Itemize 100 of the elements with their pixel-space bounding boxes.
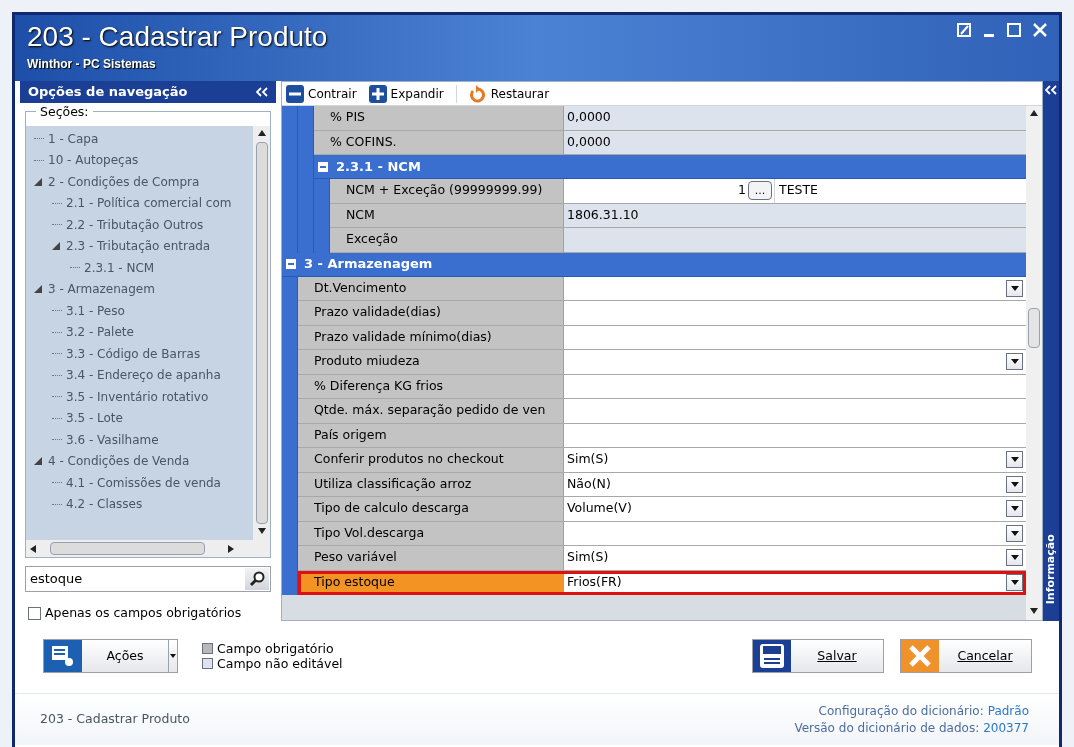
edit-icon[interactable] <box>957 23 971 37</box>
triangle-icon[interactable] <box>52 242 60 251</box>
property-value-field[interactable]: Sim(S) <box>564 448 1026 472</box>
tree-item[interactable]: 4 - Condições de Venda <box>48 452 190 471</box>
minus-icon[interactable] <box>286 259 296 269</box>
property-value-field[interactable]: 1 ... TESTE <box>564 179 1026 203</box>
group-header[interactable]: 2.3.1 - NCM <box>314 155 1026 179</box>
property-row[interactable]: Qtde. máx. separação pedido de ven <box>298 399 1026 424</box>
tree-item[interactable]: 3.2 - Palete <box>66 323 134 342</box>
vertical-scrollbar[interactable] <box>253 126 270 540</box>
property-value-field[interactable] <box>564 276 1026 300</box>
collapse-chevron-icon[interactable] <box>256 87 268 97</box>
minus-icon[interactable] <box>318 161 328 172</box>
property-row[interactable]: Tipo estoque Frios(FR) <box>298 570 1026 595</box>
property-value-field[interactable]: Volume(V) <box>564 497 1026 521</box>
group-header[interactable]: 3 - Armazenagem <box>282 252 1026 277</box>
tree-item[interactable]: 2.1 - Política comercial com <box>66 194 232 213</box>
tree-item[interactable]: 3.6 - Vasilhame <box>66 430 159 449</box>
scroll-right-arrow-icon[interactable] <box>228 544 236 553</box>
tree-item[interactable]: 2.2 - Tributação Outros <box>66 215 204 234</box>
scroll-up-arrow-icon[interactable] <box>257 130 266 138</box>
property-value-field[interactable] <box>564 399 1026 423</box>
tree-item[interactable]: 2.3 - Tributação entrada <box>66 237 211 256</box>
scroll-thumb[interactable] <box>1028 308 1040 348</box>
scroll-thumb[interactable] <box>255 142 268 524</box>
dropdown-button[interactable] <box>1006 549 1023 567</box>
property-row[interactable]: % PIS 0,0000 <box>314 106 1026 131</box>
vertical-scrollbar[interactable] <box>1026 106 1042 620</box>
legend-label: Campo obrigatório <box>217 641 334 656</box>
maximize-icon[interactable] <box>1007 23 1021 37</box>
close-icon[interactable] <box>1033 23 1047 37</box>
info-value: Padrão <box>987 702 1029 720</box>
property-row[interactable]: Produto miudeza <box>298 350 1026 375</box>
scroll-down-arrow-icon[interactable] <box>257 528 266 536</box>
dropdown-button[interactable] <box>1006 500 1023 518</box>
dropdown-button[interactable] <box>1006 353 1023 371</box>
dropdown-button[interactable] <box>1006 451 1023 469</box>
property-row[interactable]: % COFINS. 0,0000 <box>314 130 1026 155</box>
nav-title: Opções de navegação <box>28 83 188 102</box>
toolbar-button[interactable]: Expandir <box>368 84 444 103</box>
info-label: Configuração do dicionário: <box>818 702 984 720</box>
property-value-field[interactable] <box>564 423 1026 447</box>
tree-item[interactable]: 3.5 - Lote <box>66 409 123 428</box>
property-label: Exceção <box>330 228 564 252</box>
tree-item[interactable]: 3.1 - Peso <box>66 301 125 320</box>
property-value-field[interactable]: Sim(S) <box>564 546 1026 570</box>
property-value-field[interactable] <box>564 325 1026 349</box>
triangle-icon[interactable] <box>34 457 42 466</box>
tree-item[interactable]: 2.3.1 - NCM <box>84 258 155 277</box>
property-row[interactable]: NCM 1806.31.10 <box>330 203 1026 228</box>
scroll-down-arrow-icon[interactable] <box>1030 608 1038 616</box>
caret-icon <box>1010 457 1019 463</box>
scroll-thumb[interactable] <box>50 542 205 555</box>
property-row[interactable]: % Diferença KG frios <box>298 374 1026 399</box>
checkbox[interactable] <box>28 606 41 620</box>
actions-button[interactable]: Ações <box>43 639 178 673</box>
property-row[interactable]: Conferir produtos no checkout Sim(S) <box>298 448 1026 473</box>
horizontal-scrollbar[interactable] <box>26 540 270 557</box>
tree-item[interactable]: 10 - Autopeças <box>48 151 139 170</box>
tree-item[interactable]: 1 - Capa <box>48 129 99 148</box>
property-row[interactable]: Utiliza classificação arroz Não(N) <box>298 472 1026 497</box>
dropdown-button[interactable] <box>1006 279 1023 297</box>
property-value-field[interactable] <box>564 350 1026 374</box>
caret-icon <box>1010 555 1019 561</box>
property-row[interactable]: Tipo Vol.descarga <box>298 521 1026 546</box>
property-value-field[interactable] <box>564 301 1026 325</box>
tree-item[interactable]: 4.2 - Classes <box>66 495 143 514</box>
tree-item[interactable]: 4.1 - Comissões de venda <box>66 473 221 492</box>
lookup-button[interactable]: ... <box>748 181 772 201</box>
triangle-icon[interactable] <box>34 285 42 294</box>
tree-item[interactable]: 3.5 - Inventário rotativo <box>66 387 209 406</box>
property-row[interactable]: Tipo de calculo descarga Volume(V) <box>298 497 1026 522</box>
info-side-tab[interactable]: Informação <box>1043 81 1059 621</box>
tree-item[interactable]: 3.4 - Endereço de apanha <box>66 366 221 385</box>
tree-item[interactable]: 2 - Condições de Compra <box>48 172 200 191</box>
collapse-chevron-icon[interactable] <box>1045 85 1057 95</box>
property-value-field[interactable] <box>564 521 1026 545</box>
property-row[interactable]: Prazo validade mínimo(dias) <box>298 325 1026 350</box>
property-value-field[interactable]: Não(N) <box>564 472 1026 496</box>
dropdown-button[interactable] <box>1006 475 1023 493</box>
property-row[interactable]: País origem <box>298 423 1026 448</box>
property-row[interactable]: NCM + Exceção (99999999.99) 1 ... TESTE <box>330 179 1026 204</box>
save-button[interactable]: Salvar <box>752 639 884 673</box>
property-value-field[interactable] <box>564 374 1026 398</box>
property-row[interactable]: Dt.Vencimento <box>298 276 1026 301</box>
tree-item[interactable]: 3 - Armazenagem <box>48 280 155 299</box>
triangle-icon[interactable] <box>34 177 42 186</box>
toolbar-button[interactable]: Restaurar <box>468 84 550 103</box>
search-field[interactable]: estoque <box>25 566 271 592</box>
search-button[interactable] <box>245 568 269 590</box>
dropdown-button[interactable] <box>1006 524 1023 542</box>
tree-item[interactable]: 3.3 - Código de Barras <box>66 344 201 363</box>
toolbar-button[interactable]: Contrair <box>286 84 357 103</box>
dropdown-button[interactable] <box>1006 573 1023 591</box>
cancel-button[interactable]: Cancelar <box>900 639 1032 673</box>
property-row[interactable]: Peso variável Sim(S) <box>298 546 1026 571</box>
scroll-left-arrow-icon[interactable] <box>30 544 38 553</box>
property-row[interactable]: Exceção <box>330 228 1026 253</box>
scroll-up-arrow-icon[interactable] <box>1030 110 1038 118</box>
property-row[interactable]: Prazo validade(dias) <box>298 301 1026 326</box>
